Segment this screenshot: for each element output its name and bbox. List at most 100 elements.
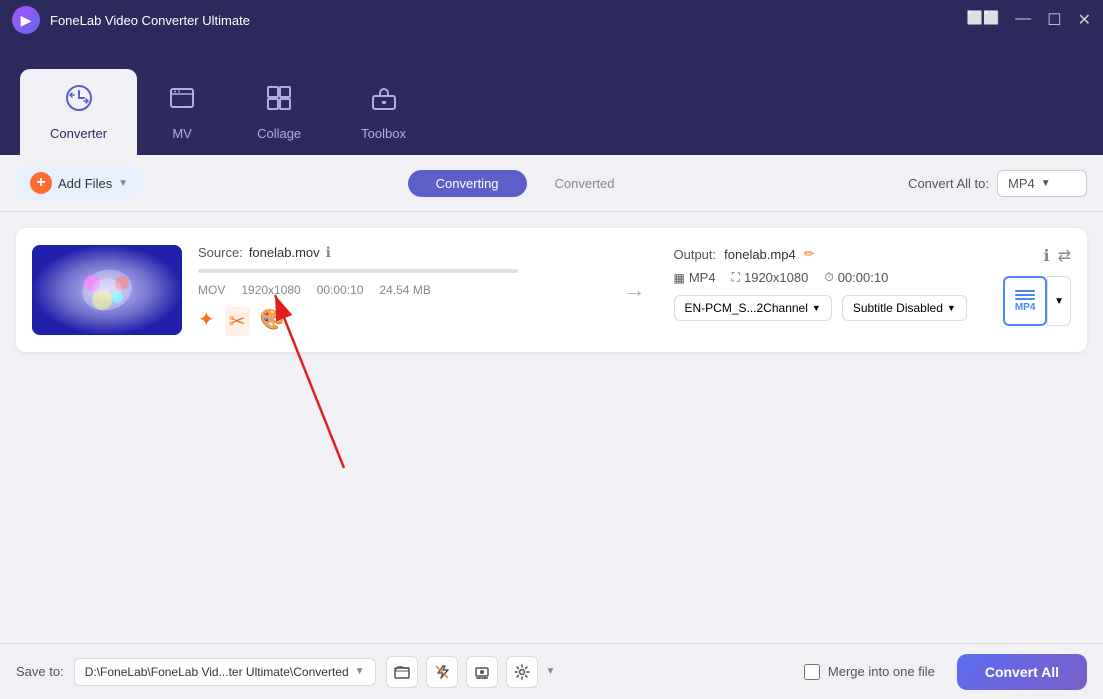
format-select-dropdown[interactable]: MP4 ▼ <box>997 170 1087 197</box>
source-label: Source: <box>198 245 243 260</box>
output-format-icon: ▦ <box>674 271 685 285</box>
file-info: Source: fonelab.mov ℹ MOV 1920x1080 00:0… <box>198 244 596 336</box>
tab-toolbox[interactable]: Toolbox <box>331 69 436 155</box>
add-files-dropdown-icon[interactable]: ▼ <box>118 178 128 189</box>
toolbox-icon <box>369 83 399 120</box>
palette-icon[interactable]: 🎨 <box>260 307 285 336</box>
tab-collage-label: Collage <box>257 126 301 141</box>
settings-dropdown-icon[interactable]: ▼ <box>546 666 556 677</box>
source-filename: fonelab.mov <box>249 245 320 260</box>
output-controls: EN-PCM_S...2Channel ▼ Subtitle Disabled … <box>674 295 996 321</box>
subtitle-dropdown[interactable]: Subtitle Disabled ▼ <box>842 295 967 321</box>
output-resolution-icon: ⛶ <box>732 270 740 285</box>
file-size: 24.54 MB <box>379 283 430 297</box>
tab-mv[interactable]: MV <box>137 69 227 155</box>
audio-channel-dropdown[interactable]: EN-PCM_S...2Channel ▼ <box>674 295 832 321</box>
tab-mv-label: MV <box>172 126 192 141</box>
convert-all-to-label: Convert All to: <box>908 176 989 191</box>
caption-icon[interactable]: ⬜⬜ <box>967 10 999 30</box>
bottom-bar: Save to: D:\FoneLab\FoneLab Vid...ter Ul… <box>0 643 1103 699</box>
output-resolution-item: ⛶ 1920x1080 <box>732 270 809 285</box>
file-card: Source: fonelab.mov ℹ MOV 1920x1080 00:0… <box>16 228 1087 352</box>
hardware-accel-button[interactable] <box>466 656 498 688</box>
close-button[interactable]: ✕ <box>1078 10 1091 30</box>
tab-pills: Converting Converted <box>154 170 896 197</box>
output-label: Output: <box>674 247 717 262</box>
file-resolution: 1920x1080 <box>241 283 300 297</box>
audio-channel-value: EN-PCM_S...2Channel <box>685 301 808 315</box>
output-settings-icon[interactable]: ⇄ <box>1058 246 1071 266</box>
file-format: MOV <box>198 283 225 297</box>
save-path-text: D:\FoneLab\FoneLab Vid...ter Ultimate\Co… <box>85 665 349 679</box>
tab-converter[interactable]: Converter <box>20 69 137 155</box>
file-duration: 00:00:10 <box>317 283 364 297</box>
merge-checkbox[interactable] <box>804 664 820 680</box>
content-area: Source: fonelab.mov ℹ MOV 1920x1080 00:0… <box>0 212 1103 643</box>
window-controls[interactable]: ⬜⬜ — ☐ ✕ <box>967 10 1091 30</box>
merge-label[interactable]: Merge into one file <box>828 664 935 679</box>
merge-checkbox-section: Merge into one file <box>804 664 935 680</box>
source-info-icon[interactable]: ℹ <box>326 244 331 261</box>
open-folder-button[interactable] <box>386 656 418 688</box>
output-edit-icon[interactable]: ✏ <box>804 246 815 262</box>
converted-tab[interactable]: Converted <box>527 170 643 197</box>
output-header: Output: fonelab.mp4 ✏ <box>674 246 996 262</box>
format-badge-label: MP4 <box>1015 302 1036 313</box>
mv-icon <box>167 83 197 120</box>
bottom-icons: ▼ <box>386 656 556 688</box>
output-duration-item: ⏱ 00:00:10 <box>824 270 888 285</box>
tab-toolbox-label: Toolbox <box>361 126 406 141</box>
format-badge-container: MP4 ▼ <box>1003 276 1071 326</box>
output-duration-icon: ⏱ <box>824 270 833 285</box>
output-filename: fonelab.mp4 <box>724 247 796 262</box>
app-logo: ▶ <box>12 6 40 34</box>
audio-dropdown-icon: ▼ <box>812 303 821 313</box>
convert-arrow-section: → <box>612 277 658 303</box>
output-section: Output: fonelab.mp4 ✏ ▦ MP4 ⛶ <box>674 246 1072 334</box>
subtitle-value: Subtitle Disabled <box>853 301 943 315</box>
flash-off-button[interactable] <box>426 656 458 688</box>
output-meta: ▦ MP4 ⛶ 1920x1080 ⏱ 00:00:10 <box>674 270 996 285</box>
titlebar: ▶ FoneLab Video Converter Ultimate ⬜⬜ — … <box>0 0 1103 40</box>
format-badge-lines <box>1015 290 1035 300</box>
convert-all-to-section: Convert All to: MP4 ▼ <box>908 170 1087 197</box>
file-thumbnail <box>32 245 182 335</box>
file-meta: MOV 1920x1080 00:00:10 24.54 MB <box>198 283 596 297</box>
output-format-item: ▦ MP4 <box>674 270 716 285</box>
file-source: Source: fonelab.mov ℹ <box>198 244 596 261</box>
output-duration-value: 00:00:10 <box>838 270 889 285</box>
settings-button[interactable] <box>506 656 538 688</box>
plus-icon: + <box>30 172 52 194</box>
add-files-button[interactable]: + Add Files ▼ <box>16 165 142 201</box>
convert-arrow-icon: → <box>624 277 646 303</box>
save-path-dropdown-icon: ▼ <box>355 666 365 677</box>
thumbnail-image <box>32 245 182 335</box>
save-to-label: Save to: <box>16 664 64 679</box>
tab-collage[interactable]: Collage <box>227 69 331 155</box>
output-resolution-value: 1920x1080 <box>744 270 808 285</box>
maximize-button[interactable]: ☐ <box>1047 10 1061 30</box>
output-info-icon[interactable]: ℹ <box>1044 246 1050 266</box>
converter-icon <box>64 83 94 120</box>
collage-icon <box>264 83 294 120</box>
app-title: FoneLab Video Converter Ultimate <box>50 13 967 28</box>
output-format-value: MP4 <box>689 270 716 285</box>
format-dropdown-icon: ▼ <box>1041 178 1051 189</box>
file-actions: ✦ ✂ 🎨 <box>198 307 596 336</box>
effects-icon[interactable]: ✦ <box>198 307 215 336</box>
nav-tabs: Converter MV <box>0 40 1103 155</box>
toolbar: + Add Files ▼ Converting Converted Conve… <box>0 155 1103 212</box>
tab-converter-label: Converter <box>50 126 107 141</box>
minimize-button[interactable]: — <box>1015 10 1031 30</box>
subtitle-dropdown-icon: ▼ <box>947 303 956 313</box>
format-change-button[interactable]: ▼ <box>1047 276 1071 326</box>
progress-bar <box>198 269 518 273</box>
convert-all-button[interactable]: Convert All <box>957 654 1087 690</box>
save-path-selector[interactable]: D:\FoneLab\FoneLab Vid...ter Ultimate\Co… <box>74 658 376 686</box>
format-change-icon: ▼ <box>1054 296 1064 307</box>
converting-tab[interactable]: Converting <box>408 170 527 197</box>
format-value: MP4 <box>1008 176 1035 191</box>
output-format-badge[interactable]: MP4 <box>1003 276 1047 326</box>
add-files-label: Add Files <box>58 176 112 191</box>
cut-icon[interactable]: ✂ <box>225 307 250 336</box>
